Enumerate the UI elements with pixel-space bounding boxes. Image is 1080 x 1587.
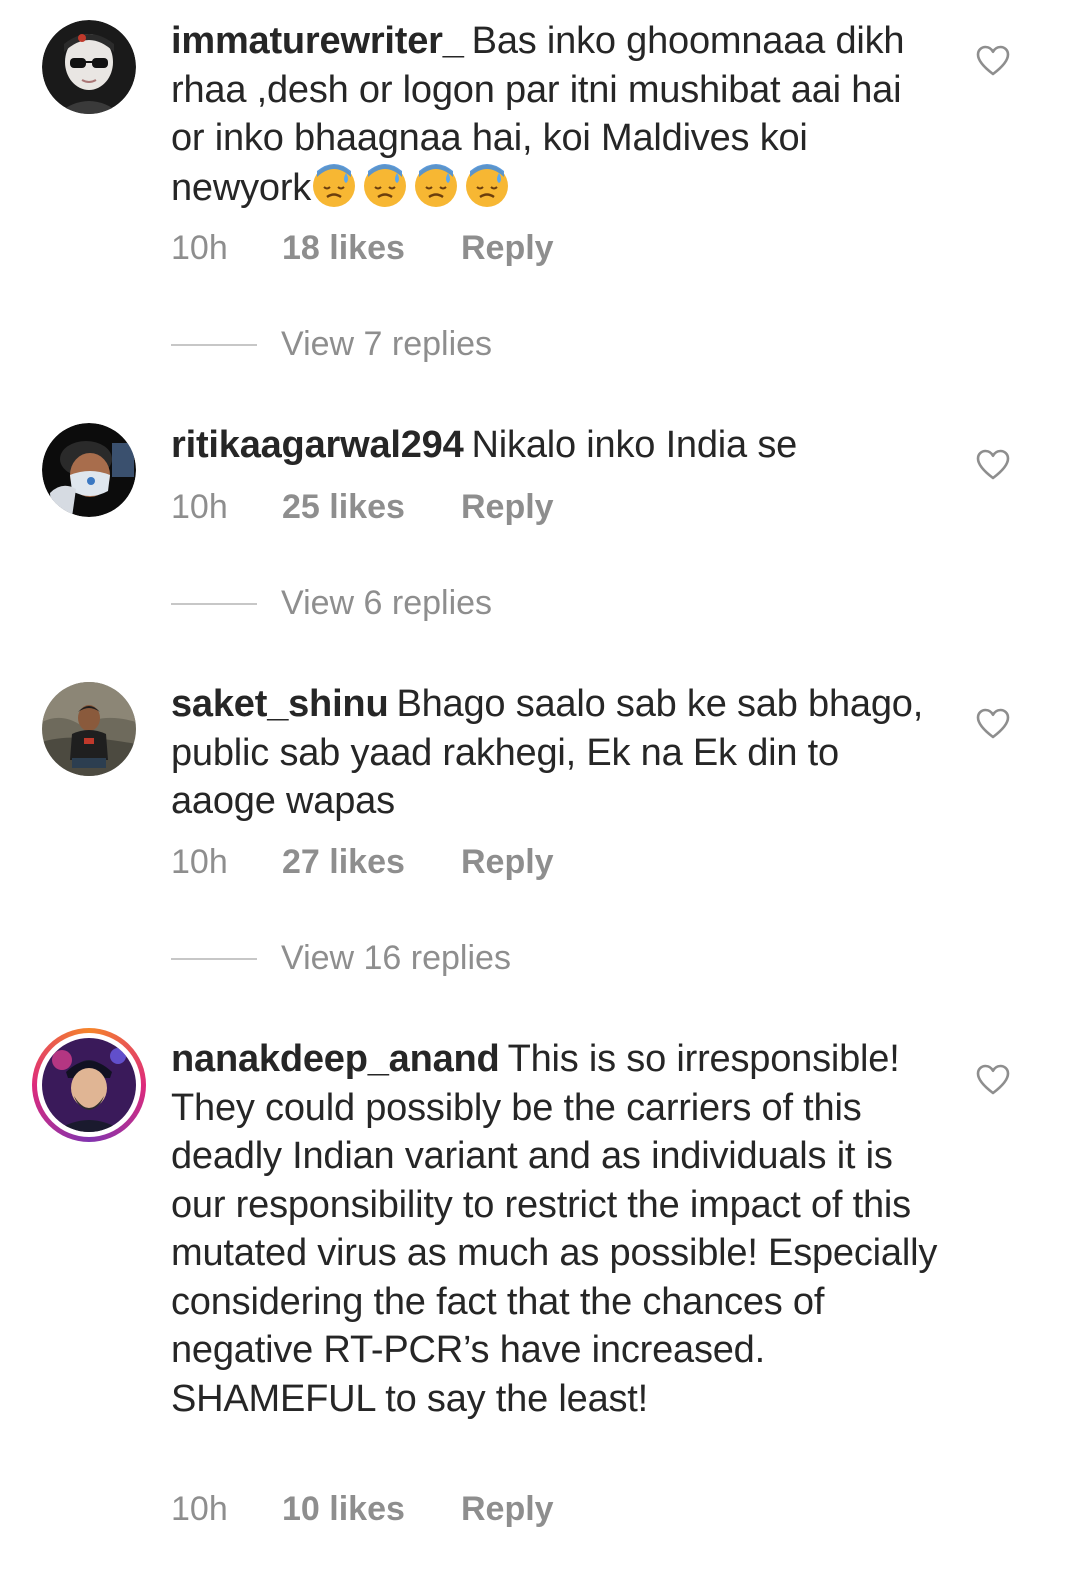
downcast-sweat-emoji-icon (362, 163, 408, 209)
comment-time: 10h (171, 843, 228, 881)
avatar[interactable] (42, 20, 136, 114)
view-replies-label: View 6 replies (281, 584, 493, 622)
comment-likes[interactable]: 10 likes (282, 1490, 405, 1529)
comment-text-block: immaturewriter_ Bas inko ghoomnaaa dikh r… (171, 17, 941, 212)
comment-time: 10h (171, 1490, 228, 1528)
heart-outline-icon[interactable] (976, 1064, 1010, 1096)
view-replies-label: View 16 replies (281, 939, 511, 977)
comment-time: 10h (171, 488, 228, 526)
replies-divider (171, 344, 257, 346)
heart-outline-icon[interactable] (976, 449, 1010, 481)
reply-button[interactable]: Reply (461, 229, 554, 268)
reply-button[interactable]: Reply (461, 1490, 554, 1529)
downcast-sweat-emoji-icon (311, 163, 357, 209)
comment-likes[interactable]: 27 likes (282, 843, 405, 882)
comment-username[interactable]: immaturewriter_ (171, 20, 464, 62)
comment-text-block: saket_shinu Bhago saalo sab ke sab bhago,… (171, 680, 941, 826)
reply-button[interactable]: Reply (461, 488, 554, 527)
downcast-sweat-emoji-icon (413, 163, 459, 209)
comment-username[interactable]: nanakdeep_anand (171, 1038, 500, 1080)
comment-text-block: ritikaagarwal294 Nikalo inko India se (171, 421, 941, 470)
comment-likes[interactable]: 18 likes (282, 229, 405, 268)
avatar (37, 1033, 141, 1137)
replies-divider (171, 603, 257, 605)
avatar[interactable] (42, 682, 136, 776)
comment-likes[interactable]: 25 likes (282, 488, 405, 527)
comment-body: This is so irresponsible! They could pos… (171, 1038, 938, 1420)
comment-body: Nikalo inko India se (471, 424, 798, 466)
comment-username[interactable]: saket_shinu (171, 683, 389, 725)
avatar[interactable] (42, 423, 136, 517)
replies-divider (171, 958, 257, 960)
view-replies-label: View 7 replies (281, 325, 493, 363)
heart-outline-icon[interactable] (976, 45, 1010, 77)
avatar-story-ring[interactable] (32, 1028, 146, 1142)
downcast-sweat-emoji-icon (464, 163, 510, 209)
reply-button[interactable]: Reply (461, 843, 554, 882)
comment-time: 10h (171, 229, 228, 267)
heart-outline-icon[interactable] (976, 708, 1010, 740)
comment-text-block: nanakdeep_anand This is so irresponsible!… (171, 1035, 941, 1423)
comment-username[interactable]: ritikaagarwal294 (171, 424, 464, 466)
